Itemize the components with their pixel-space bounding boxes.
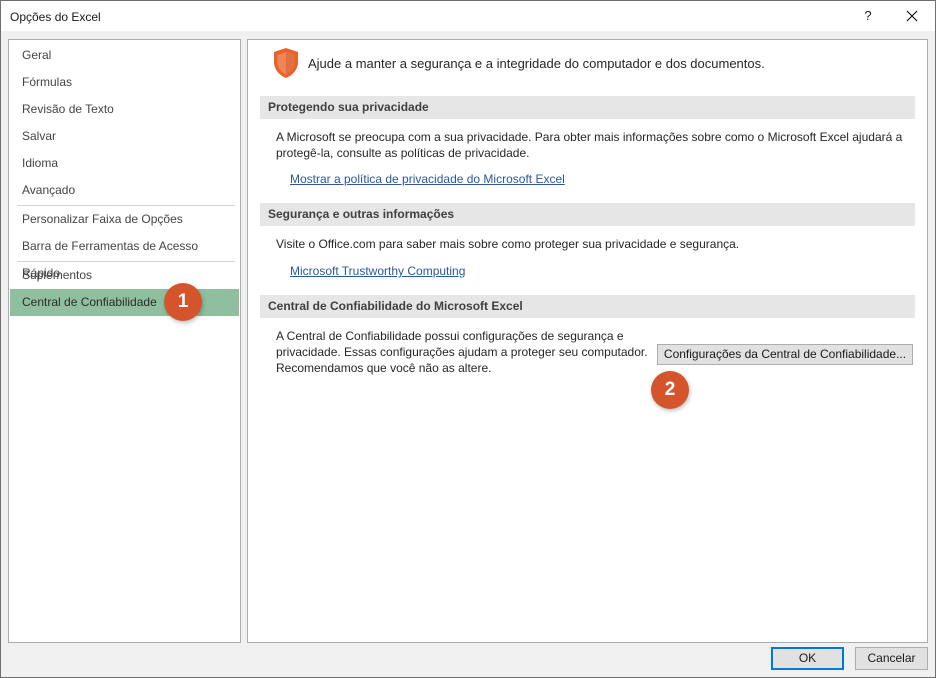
intro-row: Ajude a manter a segurança e a integrida…: [272, 48, 765, 78]
section-header-seguranca: Segurança e outras informações: [260, 203, 915, 226]
trust-center-settings-button[interactable]: Configurações da Central de Confiabilida…: [657, 344, 913, 365]
sidebar-item-revisao-de-texto[interactable]: Revisão de Texto: [10, 96, 239, 123]
trust-center-paragraph: A Central de Confiabilidade possui confi…: [276, 328, 656, 376]
sidebar-item-suplementos[interactable]: Suplementos: [10, 262, 239, 289]
section-header-privacidade: Protegendo sua privacidade: [260, 96, 915, 119]
window-title: Opções do Excel: [10, 10, 101, 24]
trust-center-text-line: privacidade. Essas configurações ajudam …: [276, 345, 648, 359]
trustworthy-computing-link[interactable]: Microsoft Trustworthy Computing: [290, 264, 465, 278]
sidebar-item-personalizar-faixa[interactable]: Personalizar Faixa de Opções: [10, 206, 239, 233]
sidebar-item-formulas[interactable]: Fórmulas: [10, 69, 239, 96]
close-button[interactable]: [897, 5, 927, 27]
privacy-text-line: protegê-la, consulte as políticas de pri…: [276, 146, 530, 160]
privacy-text-line: A Microsoft se preocupa com a sua privac…: [276, 130, 903, 144]
options-sidebar: Geral Fórmulas Revisão de Texto Salvar I…: [8, 39, 241, 643]
trust-center-panel: Ajude a manter a segurança e a integrida…: [247, 39, 928, 643]
privacy-policy-link[interactable]: Mostrar a política de privacidade do Mic…: [290, 172, 565, 186]
trust-center-text-line: Recomendamos que você não as altere.: [276, 361, 492, 375]
trust-center-text-line: A Central de Confiabilidade possui confi…: [276, 329, 624, 343]
privacy-paragraph: A Microsoft se preocupa com a sua privac…: [276, 129, 912, 161]
sidebar-item-barra-acesso-rapido[interactable]: Barra de Ferramentas de Acesso Rápido: [10, 233, 239, 280]
step-marker-1: 1: [164, 283, 202, 321]
cancel-button[interactable]: Cancelar: [855, 647, 928, 670]
sidebar-item-geral[interactable]: Geral: [10, 42, 239, 69]
excel-options-dialog: Opções do Excel ? Geral Fórmulas Revisão…: [0, 0, 936, 678]
security-paragraph: Visite o Office.com para saber mais sobr…: [276, 236, 912, 252]
ok-button[interactable]: OK: [771, 647, 844, 670]
section-header-central-confiabilidade: Central de Confiabilidade do Microsoft E…: [260, 295, 915, 318]
step-marker-2: 2: [651, 371, 689, 409]
sidebar-item-salvar[interactable]: Salvar: [10, 123, 239, 150]
sidebar-item-central-de-confiabilidade[interactable]: Central de Confiabilidade: [10, 289, 239, 316]
help-button[interactable]: ?: [853, 5, 883, 27]
title-bar: Opções do Excel ?: [1, 1, 935, 31]
close-icon: [906, 10, 918, 22]
sidebar-item-avancado[interactable]: Avançado: [10, 177, 239, 204]
intro-text: Ajude a manter a segurança e a integrida…: [308, 55, 765, 71]
sidebar-item-idioma[interactable]: Idioma: [10, 150, 239, 177]
security-text-line: Visite o Office.com para saber mais sobr…: [276, 237, 740, 251]
shield-icon: [274, 48, 298, 78]
